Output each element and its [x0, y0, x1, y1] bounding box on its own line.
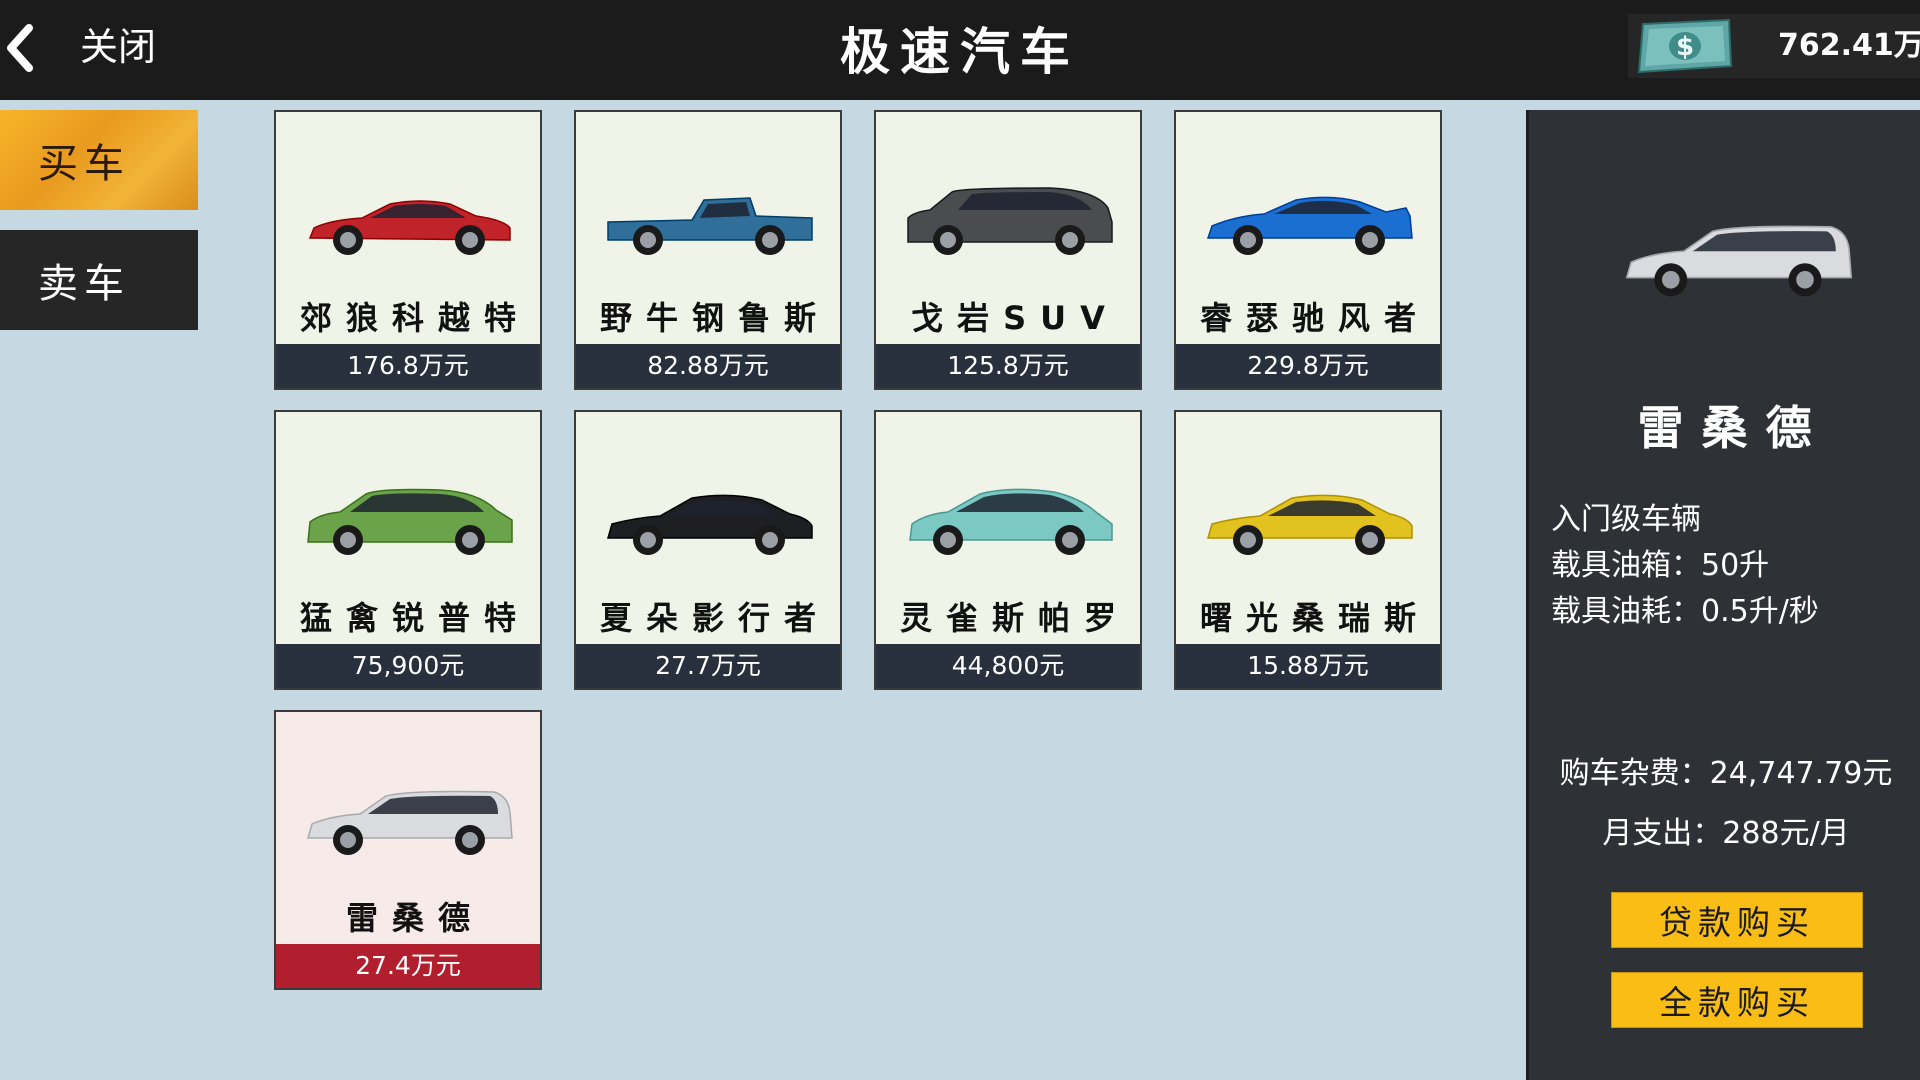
car-image	[907, 187, 1113, 255]
car-price: 229.8万元	[1176, 344, 1440, 388]
car-card[interactable]: 野牛钢鲁斯 82.88万元	[574, 110, 842, 390]
selected-car-image	[1625, 225, 1853, 297]
car-level: 入门级车辆	[1551, 502, 1701, 537]
car-rim	[462, 832, 478, 848]
car-image	[1206, 196, 1413, 255]
car-image	[607, 494, 813, 555]
car-rim	[340, 532, 356, 548]
car-image	[1207, 494, 1413, 555]
car-rim	[1362, 232, 1378, 248]
svg-text:$: $	[1676, 32, 1694, 62]
car-rim	[940, 232, 956, 248]
car-image	[607, 197, 813, 255]
car-price: 75,900元	[276, 644, 540, 688]
car-rim	[940, 532, 956, 548]
car-rim	[640, 532, 656, 548]
car-card[interactable]: 夏朵影行者 27.7万元	[574, 410, 842, 690]
car-card[interactable]: 戈岩SUV 125.8万元	[874, 110, 1142, 390]
car-card[interactable]: 曙光桑瑞斯 15.88万元	[1174, 410, 1442, 690]
car-rim	[340, 232, 356, 248]
selected-car-name: 雷桑德	[1637, 401, 1830, 455]
car-rim	[462, 532, 478, 548]
car-rim	[1062, 232, 1078, 248]
car-name: 野牛钢鲁斯	[599, 299, 830, 337]
car-rim	[1062, 532, 1078, 548]
car-rim	[462, 232, 478, 248]
full-buy-button[interactable]: 全款购买	[1611, 972, 1863, 1028]
car-price: 15.88万元	[1176, 644, 1440, 688]
car-name: 睿瑟驰风者	[1199, 299, 1430, 337]
car-tank: 载具油箱：50升	[1551, 548, 1770, 583]
car-rim	[1662, 271, 1680, 289]
car-image	[909, 488, 1113, 555]
car-name: 猛禽锐普特	[299, 599, 530, 637]
car-name: 郊狼科越特	[299, 299, 530, 337]
car-card-selected[interactable]: 雷桑德 27.4万元	[274, 710, 542, 990]
car-card[interactable]: 睿瑟驰风者 229.8万元	[1174, 110, 1442, 390]
car-image	[308, 200, 511, 255]
car-rim	[640, 232, 656, 248]
car-card[interactable]: 灵雀斯帕罗 44,800元	[874, 410, 1142, 690]
car-consumption: 载具油耗：0.5升/秒	[1551, 594, 1819, 629]
car-price: 82.88万元	[576, 344, 840, 388]
car-name: 灵雀斯帕罗	[899, 599, 1130, 637]
car-card[interactable]: 郊狼科越特 176.8万元	[274, 110, 542, 390]
car-name: 雷桑德	[345, 899, 484, 937]
car-detail-panel: 雷桑德 入门级车辆 载具油箱：50升 载具油耗：0.5升/秒 购车杂费：24,7…	[1526, 110, 1920, 1080]
car-image	[307, 790, 513, 855]
car-rim	[762, 532, 778, 548]
loan-buy-button[interactable]: 贷款购买	[1611, 892, 1863, 948]
tab-sell-car[interactable]: 卖车	[0, 230, 198, 330]
car-rim	[1362, 532, 1378, 548]
money-value: 762.41万元	[1778, 28, 1920, 63]
car-price: 27.4万元	[276, 944, 540, 988]
car-image	[307, 488, 513, 555]
monthly-cost: 月支出：288元/月	[1602, 816, 1850, 851]
car-name: 夏朵影行者	[599, 599, 830, 637]
car-name: 戈岩SUV	[911, 299, 1119, 337]
car-rim	[762, 232, 778, 248]
car-price: 125.8万元	[876, 344, 1140, 388]
car-rim	[1240, 232, 1256, 248]
car-rim	[340, 832, 356, 848]
purchase-fees: 购车杂费：24,747.79元	[1559, 756, 1893, 791]
car-rim	[1240, 532, 1256, 548]
car-rim	[1796, 271, 1814, 289]
car-price: 27.7万元	[576, 644, 840, 688]
cash-icon: $	[1637, 18, 1733, 74]
tab-buy-car[interactable]: 买车	[0, 110, 198, 210]
car-card[interactable]: 猛禽锐普特 75,900元	[274, 410, 542, 690]
car-price: 44,800元	[876, 644, 1140, 688]
car-price: 176.8万元	[276, 344, 540, 388]
car-name: 曙光桑瑞斯	[1199, 599, 1430, 637]
